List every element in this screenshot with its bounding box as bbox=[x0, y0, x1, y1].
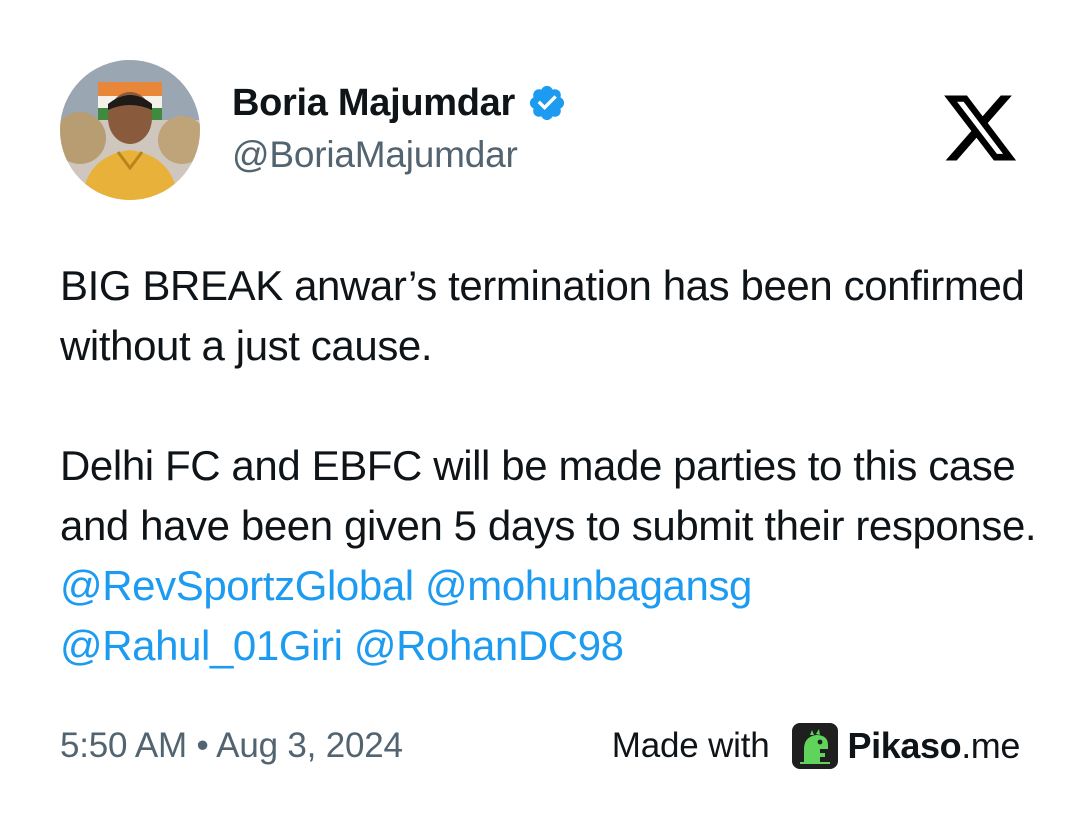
author-info: Boria Majumdar @BoriaMajumdar bbox=[232, 78, 567, 176]
mention-link[interactable]: @RohanDC98 bbox=[354, 622, 624, 669]
tweet-paragraph-text: Delhi FC and EBFC will be made parties t… bbox=[60, 442, 1037, 549]
mention-link[interactable]: @mohunbagansg bbox=[425, 562, 752, 609]
pikaso-brand-name: Pikaso bbox=[847, 725, 962, 766]
tweet-paragraph: Delhi FC and EBFC will be made parties t… bbox=[60, 436, 1040, 676]
avatar-image bbox=[60, 60, 200, 200]
made-with-badge[interactable]: Made with Pikaso .me bbox=[612, 722, 1020, 770]
mention-link[interactable]: @RevSportzGlobal bbox=[60, 562, 414, 609]
avatar[interactable] bbox=[60, 60, 200, 200]
pikaso-brand-tld: .me bbox=[961, 725, 1020, 766]
timestamp[interactable]: 5:50 AM • Aug 3, 2024 bbox=[60, 726, 403, 766]
x-logo-icon[interactable] bbox=[940, 88, 1020, 168]
name-row: Boria Majumdar bbox=[232, 78, 567, 128]
tweet-paragraph: BIG BREAK anwar’s termination has been c… bbox=[60, 262, 1025, 369]
pikaso-dinosaur-icon bbox=[791, 723, 838, 769]
handle[interactable]: @BoriaMajumdar bbox=[232, 134, 567, 176]
tweet-card: Boria Majumdar @BoriaMajumdar BIG BREAK … bbox=[0, 0, 1080, 826]
made-with-label: Made with bbox=[611, 726, 770, 765]
tweet-text: BIG BREAK anwar’s termination has been c… bbox=[60, 256, 1040, 676]
mention-link[interactable]: @Rahul_01Giri bbox=[60, 622, 343, 669]
verified-badge-icon bbox=[527, 83, 567, 123]
display-name[interactable]: Boria Majumdar bbox=[232, 82, 515, 125]
